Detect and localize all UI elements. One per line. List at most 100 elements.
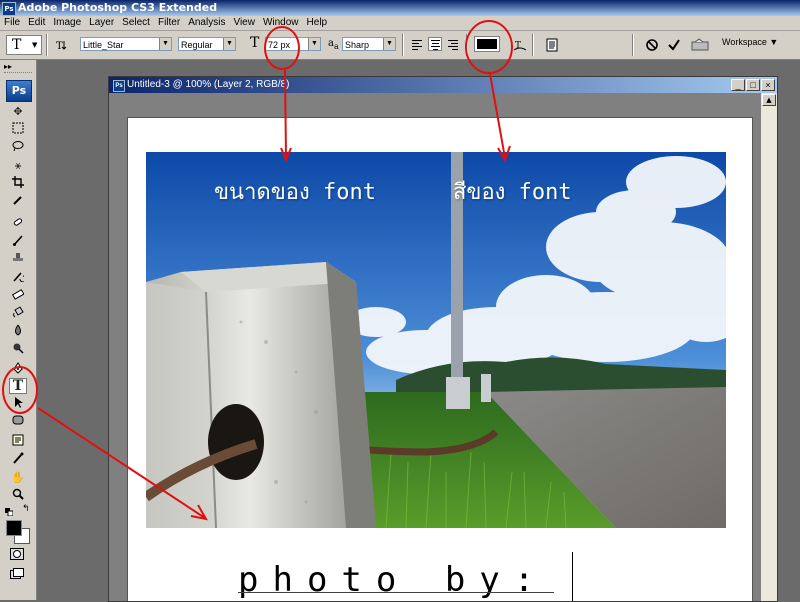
character-paragraph-panel-icon[interactable] [544, 37, 558, 52]
document-icon: Ps [113, 80, 125, 92]
chevron-down-icon: ▼ [308, 38, 320, 50]
chevron-down-icon: ▼ [383, 38, 395, 50]
photoshop-logo: Ps [6, 80, 32, 102]
eraser-tool-icon[interactable] [9, 288, 27, 304]
crop-tool-icon[interactable] [9, 176, 27, 192]
move-tool-icon[interactable]: ✥ [9, 104, 27, 120]
rectangle-tool-icon[interactable] [9, 414, 27, 430]
document-title: Untitled-3 @ 100% (Layer 2, RGB/8) [127, 79, 290, 90]
menu-help[interactable]: Help [303, 16, 332, 30]
maximize-button[interactable]: □ [746, 79, 760, 91]
separator [402, 34, 404, 56]
type-tool-icon[interactable]: T [9, 378, 27, 394]
font-family-value: Little_Star [83, 40, 124, 50]
panel-collapse-icon[interactable]: ▸▸ [4, 62, 12, 71]
chevron-down-icon: ▼ [159, 38, 171, 50]
brush-tool-icon[interactable] [9, 234, 27, 250]
hand-tool-icon[interactable]: ✋ [9, 470, 27, 486]
font-style-select[interactable]: Regular ▼ [178, 37, 236, 51]
options-bar: T ▼ T Little_Star ▼ Regular ▼ T 72 px ▼ … [0, 31, 800, 60]
quick-mask-icon[interactable] [10, 548, 24, 563]
svg-text:T: T [515, 41, 521, 51]
font-size-value: 72 px [268, 40, 291, 50]
cancel-edits-icon[interactable] [644, 37, 658, 51]
chevron-down-icon: ▼ [223, 38, 235, 50]
app-title: Adobe Photoshop CS3 Extended [18, 1, 218, 14]
paint-bucket-tool-icon[interactable] [9, 306, 27, 322]
antialias-icon: aa [328, 38, 339, 51]
menu-view[interactable]: View [229, 16, 259, 30]
font-size-field[interactable]: 72 px ▼ [265, 37, 321, 51]
separator [466, 34, 468, 56]
marquee-tool-icon[interactable] [9, 122, 27, 138]
annotation-font-color: สีของ font [453, 180, 572, 205]
panel-grip[interactable] [4, 72, 32, 77]
text-color-swatch[interactable] [474, 36, 500, 52]
tools-panel: ▸▸ Ps ✥ ⚹ T ✋ ↰ [0, 60, 37, 600]
app-title-bar: Ps Adobe Photoshop CS3 Extended [0, 0, 800, 16]
pen-tool-icon[interactable] [9, 362, 27, 378]
document-title-bar[interactable]: Ps Untitled-3 @ 100% (Layer 2, RGB/8) _ … [109, 77, 777, 93]
menu-file[interactable]: File [0, 16, 24, 30]
screen-mode-icon[interactable] [10, 568, 24, 583]
canvas-page[interactable]: ขนาดของ font สีของ font photo by: [127, 117, 753, 601]
clone-stamp-tool-icon[interactable] [9, 252, 27, 268]
caption-baseline [238, 592, 554, 593]
annotation-font-size: ขนาดของ font [214, 180, 376, 205]
scroll-up-icon[interactable]: ▲ [762, 94, 776, 106]
antialias-value: Sharp [345, 40, 370, 50]
document-window: Ps Untitled-3 @ 100% (Layer 2, RGB/8) _ … [108, 76, 778, 602]
eyedropper-tool-icon[interactable] [9, 194, 27, 210]
notes-tool-icon[interactable] [9, 434, 27, 450]
separator [532, 34, 534, 56]
lasso-tool-icon[interactable] [9, 140, 27, 156]
workspace-label: Workspace [722, 37, 767, 47]
align-right-icon[interactable] [446, 37, 460, 51]
minimize-button[interactable]: _ [731, 79, 745, 91]
menu-select[interactable]: Select [118, 16, 154, 30]
caption-text[interactable]: photo by: [238, 560, 548, 600]
eyedropper-sample-tool-icon[interactable] [9, 452, 27, 468]
workspace-menu[interactable]: Workspace ▼ [722, 37, 778, 47]
spot-healing-tool-icon[interactable] [9, 216, 27, 232]
commit-edits-icon[interactable] [666, 37, 680, 51]
canvas-area: ขนาดของ font สีของ font photo by: [109, 93, 761, 601]
chevron-down-icon: ▼ [769, 37, 779, 47]
menu-image[interactable]: Image [49, 16, 85, 30]
separator [46, 34, 48, 56]
menu-edit[interactable]: Edit [24, 16, 49, 30]
align-center-icon[interactable] [428, 37, 442, 51]
magic-wand-tool-icon[interactable]: ⚹ [9, 158, 27, 174]
foreground-color-swatch[interactable] [6, 520, 22, 536]
menu-bar: File Edit Image Layer Select Filter Anal… [0, 16, 800, 31]
text-orientation-toggle-icon[interactable]: T [54, 37, 68, 52]
history-brush-tool-icon[interactable] [9, 270, 27, 286]
type-tool-preset-icon: T [12, 37, 22, 53]
palette-well-icon[interactable] [690, 37, 710, 51]
warp-text-icon[interactable]: T [512, 37, 527, 51]
separator [632, 34, 634, 56]
menu-filter[interactable]: Filter [154, 16, 184, 30]
dodge-tool-icon[interactable] [9, 342, 27, 358]
close-button[interactable]: × [761, 79, 775, 91]
menu-analysis[interactable]: Analysis [184, 16, 229, 30]
text-cursor [572, 552, 573, 601]
photoshop-app-icon: Ps [2, 2, 16, 16]
default-colors-icon[interactable] [5, 506, 14, 517]
chevron-down-icon: ▼ [32, 41, 38, 49]
swap-colors-icon[interactable]: ↰ [22, 504, 30, 514]
path-selection-tool-icon[interactable] [9, 396, 27, 412]
document-scrollbar[interactable]: ▲ [761, 93, 777, 601]
antialias-select[interactable]: Sharp ▼ [342, 37, 396, 51]
svg-text:T: T [56, 41, 63, 52]
font-family-select[interactable]: Little_Star ▼ [80, 37, 172, 51]
text-color-fill [477, 39, 497, 49]
font-style-value: Regular [181, 40, 213, 50]
align-left-icon[interactable] [410, 37, 424, 51]
font-size-icon: T [250, 35, 260, 51]
blur-tool-icon[interactable] [9, 324, 27, 340]
menu-layer[interactable]: Layer [85, 16, 118, 30]
menu-window[interactable]: Window [259, 16, 303, 30]
zoom-tool-icon[interactable] [9, 488, 27, 504]
tool-preset-picker[interactable]: T ▼ [6, 35, 42, 55]
